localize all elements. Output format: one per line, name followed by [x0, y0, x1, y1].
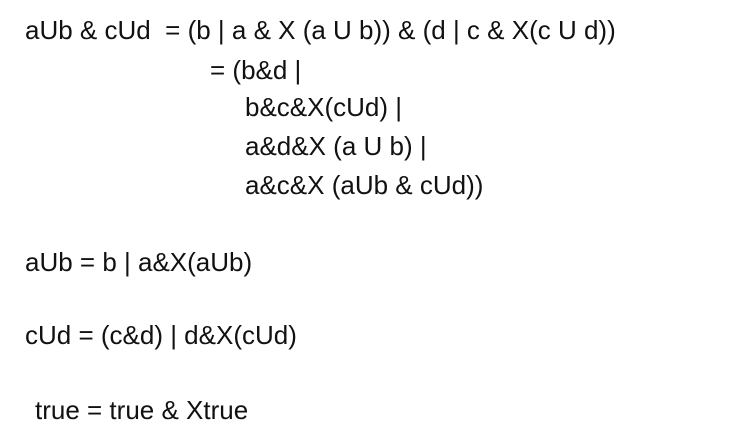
- equation-line-6: aUb = b | a&X(aUb): [25, 247, 253, 277]
- equation-line-8: true = true & Xtrue: [35, 395, 249, 425]
- equation-line-4: a&d&X (a U b) |: [245, 131, 427, 161]
- equation-line-2: = (b&d |: [210, 55, 302, 85]
- equation-line-7: cUd = (c&d) | d&X(cUd): [25, 320, 297, 350]
- equation-line-5: a&c&X (aUb & cUd)): [245, 170, 484, 200]
- equation-line-3: b&c&X(cUd) |: [245, 92, 403, 122]
- equation-line-1: aUb & cUd = (b | a & X (a U b)) & (d | c…: [25, 15, 616, 45]
